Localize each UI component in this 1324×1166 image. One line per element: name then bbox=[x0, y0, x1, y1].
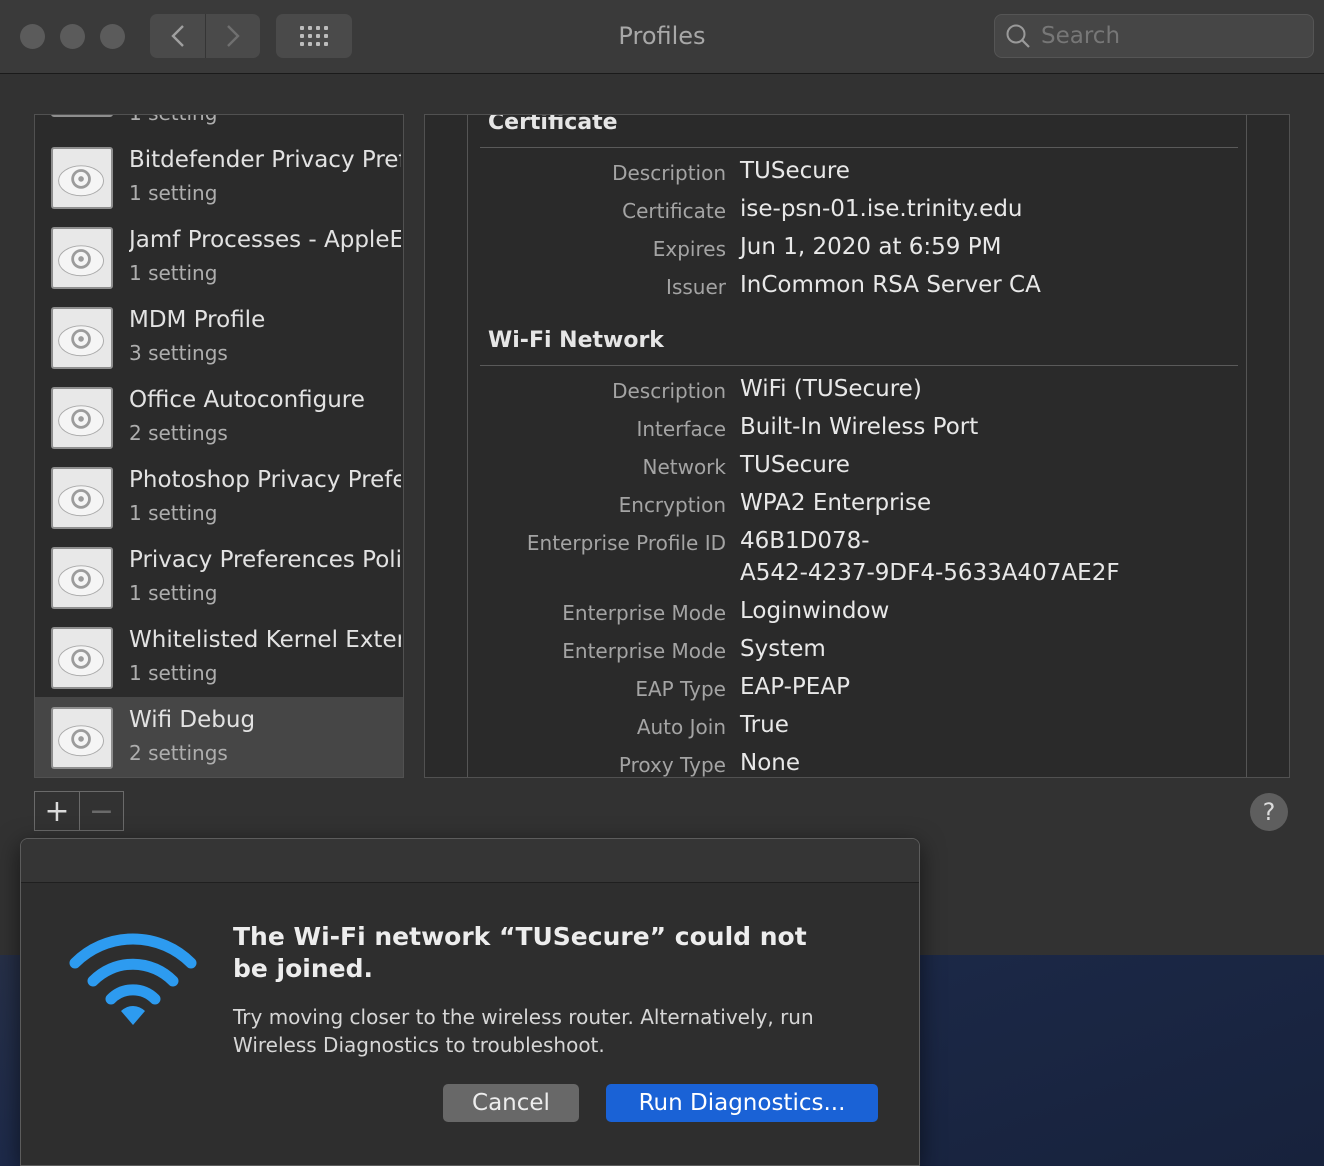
profile-icon bbox=[51, 147, 113, 209]
profile-icon bbox=[51, 707, 113, 769]
section-divider bbox=[480, 365, 1238, 366]
section-divider bbox=[480, 147, 1238, 148]
search-icon bbox=[1006, 24, 1030, 48]
wifi-join-error-dialog: The Wi-Fi network “TUSecure” could not b… bbox=[20, 838, 920, 1166]
profile-icon bbox=[51, 467, 113, 529]
list-item[interactable]: MDM Profile 3 settings bbox=[35, 297, 403, 377]
add-profile-button[interactable]: + bbox=[35, 792, 79, 830]
dialog-message: Try moving closer to the wireless router… bbox=[233, 1005, 814, 1057]
search-field[interactable] bbox=[994, 14, 1314, 58]
list-item[interactable]: Jamf Processes - AppleEvents 1 setting bbox=[35, 217, 403, 297]
help-button[interactable]: ? bbox=[1250, 793, 1288, 831]
title-bar: Profiles bbox=[0, 0, 1324, 74]
wifi-icon bbox=[69, 933, 197, 1025]
list-item[interactable]: Bitdefender Privacy Preferences 1 settin… bbox=[35, 137, 403, 217]
profile-icon bbox=[51, 115, 113, 117]
section-heading-certificate: Certificate bbox=[488, 114, 618, 135]
profile-icon bbox=[51, 227, 113, 289]
profile-icon bbox=[51, 627, 113, 689]
dialog-title: The Wi-Fi network “TUSecure” could not b… bbox=[233, 922, 807, 983]
search-input[interactable] bbox=[1041, 23, 1291, 49]
list-item[interactable]: Privacy Preferences Policy 1 setting bbox=[35, 537, 403, 617]
run-diagnostics-button[interactable]: Run Diagnostics... bbox=[606, 1084, 878, 1122]
profiles-list[interactable]: 1 setting Bitdefender Privacy Preference… bbox=[34, 114, 404, 778]
profile-icon bbox=[51, 547, 113, 609]
list-item[interactable]: 1 setting bbox=[35, 115, 403, 125]
list-item[interactable]: Office Autoconfigure 2 settings bbox=[35, 377, 403, 457]
dialog-title-bar bbox=[21, 839, 919, 883]
profiles-window: Profiles 1 setting Bitdefender Privacy P… bbox=[0, 0, 1324, 955]
add-remove-controls: + − bbox=[34, 791, 124, 831]
list-item[interactable]: Photoshop Privacy Preferences 1 setting bbox=[35, 457, 403, 537]
list-item[interactable]: Whitelisted Kernel Extensions 1 setting bbox=[35, 617, 403, 697]
cancel-button[interactable]: Cancel bbox=[443, 1084, 579, 1122]
profile-icon bbox=[51, 307, 113, 369]
profile-detail-panel[interactable]: Certificate Description TUSecure Certifi… bbox=[424, 114, 1290, 778]
remove-profile-button[interactable]: − bbox=[79, 792, 123, 830]
section-heading-wifi: Wi-Fi Network bbox=[488, 328, 664, 353]
detail-content: Certificate Description TUSecure Certifi… bbox=[467, 115, 1247, 777]
list-item-selected[interactable]: Wifi Debug 2 settings bbox=[35, 697, 403, 777]
profile-icon bbox=[51, 387, 113, 449]
